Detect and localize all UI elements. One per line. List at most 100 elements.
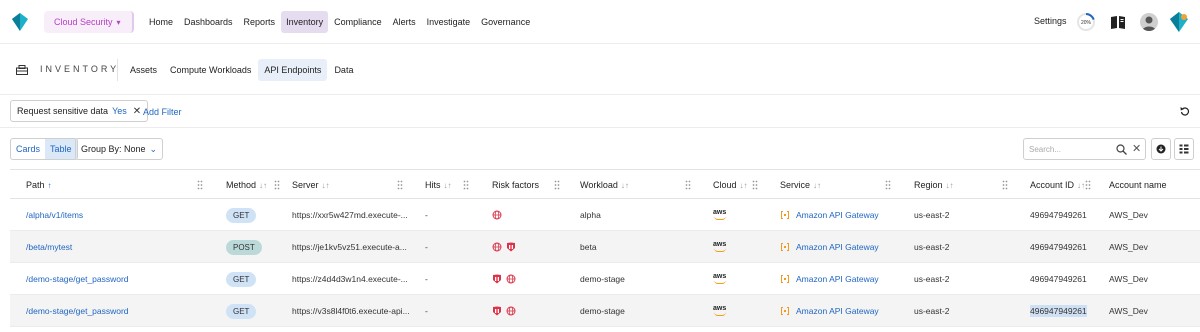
table-row[interactable]: /beta/mytest POST https://je1kv5vz51.execu…: [10, 231, 1200, 263]
method-cell: GET: [226, 199, 257, 231]
account-name-cell: AWS_Dev: [1109, 274, 1148, 284]
path-link[interactable]: /beta/mytest: [26, 231, 216, 263]
filter-chip[interactable]: Request sensitive data Yes ✕: [10, 100, 149, 122]
aws-logo-icon: aws: [713, 209, 726, 220]
risk-factors-cell[interactable]: [492, 295, 516, 327]
columns-button[interactable]: [1174, 138, 1194, 160]
drag-handle-icon[interactable]: [1002, 180, 1008, 190]
col-method-label: Method: [226, 180, 257, 190]
col-region[interactable]: Region ↓↑: [914, 170, 954, 200]
server-cell: https://v3s8l4f0t6.execute-api...: [292, 306, 410, 316]
drag-handle-icon[interactable]: [463, 180, 469, 190]
settings-link[interactable]: Settings: [1034, 16, 1067, 26]
nav-inventory[interactable]: Inventory: [281, 11, 329, 33]
globe-icon: [506, 306, 516, 316]
cloud-label: aws: [713, 273, 727, 280]
nav-reports[interactable]: Reports: [239, 11, 281, 33]
group-by-select[interactable]: Group By: None ⌄: [75, 138, 164, 160]
table-row[interactable]: /alpha/v1/items GET https://xxr5w427md.exe…: [10, 199, 1200, 231]
col-cloud-label: Cloud: [713, 180, 737, 190]
filter-bar: Request sensitive data Yes ✕ Add Filter: [0, 96, 1200, 128]
service-link[interactable]: Amazon API Gateway: [780, 295, 879, 327]
book-icon[interactable]: [1110, 14, 1126, 30]
col-risk-factors[interactable]: Risk factors: [492, 170, 539, 200]
reset-icon[interactable]: [1180, 106, 1190, 116]
drag-handle-icon[interactable]: [885, 180, 891, 190]
risk-factors-cell[interactable]: [492, 263, 516, 295]
progress-label: 20%: [1081, 20, 1092, 26]
shield-icon: [507, 242, 515, 252]
service-link[interactable]: Amazon API Gateway: [780, 231, 879, 263]
app-switch-icon[interactable]: [1170, 12, 1188, 32]
nav-dashboards[interactable]: Dashboards: [179, 11, 238, 33]
api-gateway-icon: [781, 211, 789, 219]
tab-api-endpoints[interactable]: API Endpoints: [258, 59, 328, 81]
tab-assets[interactable]: Assets: [124, 59, 163, 81]
method-badge: GET: [226, 271, 257, 287]
drag-handle-icon[interactable]: [752, 180, 758, 190]
drag-handle-icon[interactable]: [685, 180, 691, 190]
download-button[interactable]: [1151, 138, 1171, 160]
tab-compute-workloads[interactable]: Compute Workloads: [164, 59, 257, 81]
page-title: INVENTORY: [40, 64, 120, 74]
progress-ring-icon[interactable]: 20%: [1076, 12, 1096, 32]
cards-view-button[interactable]: Cards: [11, 139, 45, 159]
col-path[interactable]: Path ↑: [26, 170, 52, 200]
group-by-label: Group By: None: [81, 144, 146, 154]
hits-cell: -: [425, 242, 428, 252]
search-icon[interactable]: [1116, 144, 1127, 155]
cloud-cell: aws: [713, 295, 726, 327]
close-icon[interactable]: ✕: [1132, 143, 1141, 155]
inventory-tabs: Assets Compute Workloads API Endpoints D…: [124, 59, 360, 81]
columns-icon: [1179, 144, 1189, 154]
cloud-cell: aws: [713, 263, 726, 295]
table-row[interactable]: /demo-stage/get_password GET https://z4d4d…: [10, 263, 1200, 295]
risk-factors-cell[interactable]: [492, 231, 516, 263]
cloud-cell: aws: [713, 231, 726, 263]
method-badge: POST: [226, 239, 262, 255]
col-hits[interactable]: Hits ↓↑: [425, 170, 452, 200]
sort-icon: ↓↑: [321, 180, 330, 190]
search-box: ✕: [1023, 138, 1146, 160]
drag-handle-icon[interactable]: [197, 180, 203, 190]
sort-icon: ↓↑: [739, 180, 748, 190]
nav-alerts[interactable]: Alerts: [388, 11, 421, 33]
col-workload[interactable]: Workload ↓↑: [580, 170, 629, 200]
nav-home[interactable]: Home: [144, 11, 178, 33]
path-link[interactable]: /demo-stage/get_password: [26, 295, 216, 327]
drag-handle-icon[interactable]: [274, 180, 280, 190]
col-cloud[interactable]: Cloud ↓↑: [713, 170, 748, 200]
method-cell: GET: [226, 263, 257, 295]
drag-handle-icon[interactable]: [397, 180, 403, 190]
table-row[interactable]: /demo-stage/get_password GET https://v3s8l…: [10, 295, 1200, 327]
risk-factors-cell[interactable]: [492, 199, 502, 231]
nav-compliance[interactable]: Compliance: [329, 11, 387, 33]
download-icon: [1156, 144, 1166, 154]
avatar[interactable]: [1140, 13, 1158, 31]
sort-icon: ↓↑: [1077, 180, 1086, 190]
table-view-button[interactable]: Table: [45, 139, 77, 159]
path-link[interactable]: /alpha/v1/items: [26, 199, 216, 231]
product-label: Cloud Security: [54, 17, 113, 27]
service-link[interactable]: Amazon API Gateway: [780, 199, 879, 231]
main-nav: Home Dashboards Reports Inventory Compli…: [144, 11, 536, 33]
workload-cell: beta: [580, 242, 597, 252]
search-input[interactable]: [1029, 144, 1109, 154]
top-nav-bar: Cloud Security ▾ Home Dashboards Reports…: [0, 0, 1200, 44]
close-icon[interactable]: ✕: [133, 106, 141, 117]
col-service[interactable]: Service ↓↑: [780, 170, 821, 200]
app-logo-icon[interactable]: [12, 13, 28, 31]
path-link[interactable]: /demo-stage/get_password: [26, 263, 216, 295]
col-account-id[interactable]: Account ID ↓↑: [1030, 170, 1085, 200]
add-filter-button[interactable]: Add Filter: [143, 107, 182, 117]
product-switcher[interactable]: Cloud Security ▾: [44, 11, 134, 33]
nav-governance[interactable]: Governance: [476, 11, 535, 33]
service-link[interactable]: Amazon API Gateway: [780, 263, 879, 295]
col-server[interactable]: Server ↓↑: [292, 170, 330, 200]
col-account-name[interactable]: Account name: [1109, 170, 1167, 200]
tab-data[interactable]: Data: [328, 59, 359, 81]
drag-handle-icon[interactable]: [554, 180, 560, 190]
col-method[interactable]: Method ↓↑: [226, 170, 267, 200]
drag-handle-icon[interactable]: [1085, 180, 1091, 190]
nav-investigate[interactable]: Investigate: [422, 11, 476, 33]
